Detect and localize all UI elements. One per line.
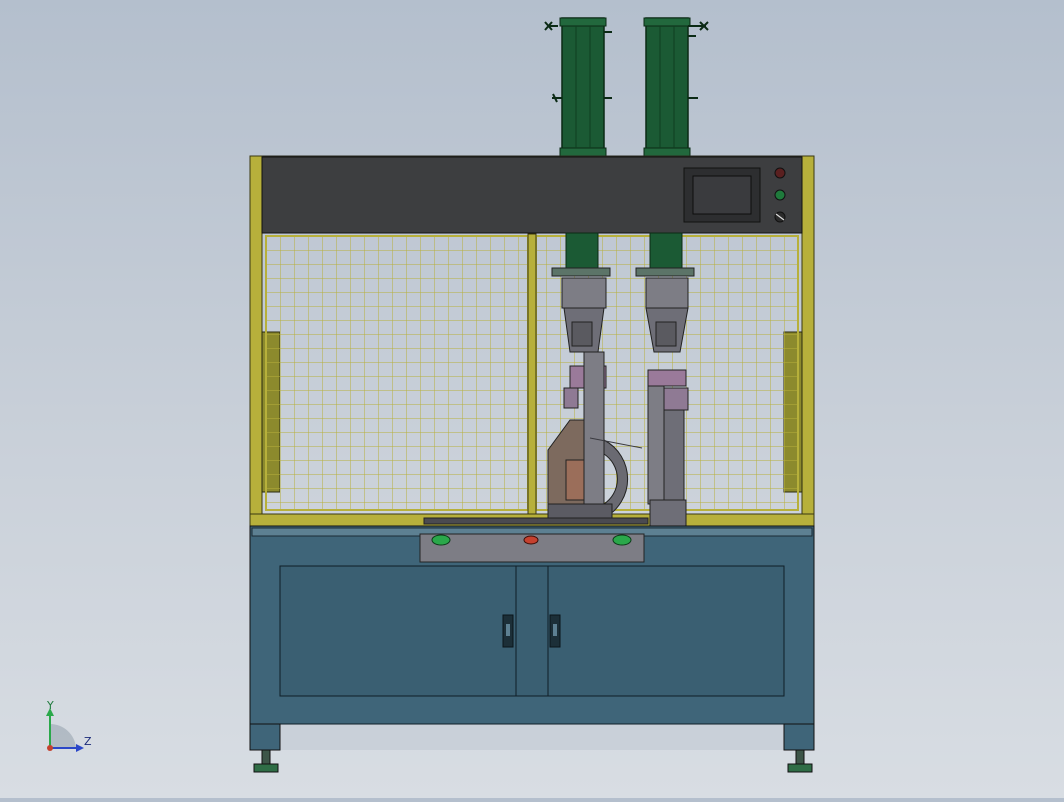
left-fixture-base	[547, 503, 613, 519]
axis-triad: Y Z	[46, 699, 92, 752]
machine-model: Y Z	[46, 17, 815, 773]
operator-button-panel	[419, 533, 645, 563]
green-start-button-right-icon[interactable]	[612, 534, 632, 546]
safety-mesh	[265, 233, 799, 515]
door-handle-right[interactable]	[549, 614, 561, 648]
leveling-feet	[253, 749, 813, 773]
left-door[interactable]	[280, 566, 516, 696]
control-panel	[261, 156, 803, 234]
z-axis-label: Z	[84, 735, 92, 748]
cad-viewport[interactable]: Y Z	[0, 0, 1064, 798]
red-indicator-icon[interactable]	[774, 167, 786, 179]
right-cylinder[interactable]	[643, 17, 709, 159]
right-door[interactable]	[548, 566, 784, 696]
door-handle-left[interactable]	[502, 614, 514, 648]
fixture-rail	[423, 517, 649, 525]
hmi-screen[interactable]	[692, 175, 752, 215]
green-indicator-icon[interactable]	[774, 189, 786, 201]
green-start-button-left-icon[interactable]	[431, 534, 451, 546]
y-axis-label: Y	[46, 699, 54, 712]
left-cylinder[interactable]	[544, 17, 612, 159]
red-stop-button-icon[interactable]	[523, 535, 539, 545]
